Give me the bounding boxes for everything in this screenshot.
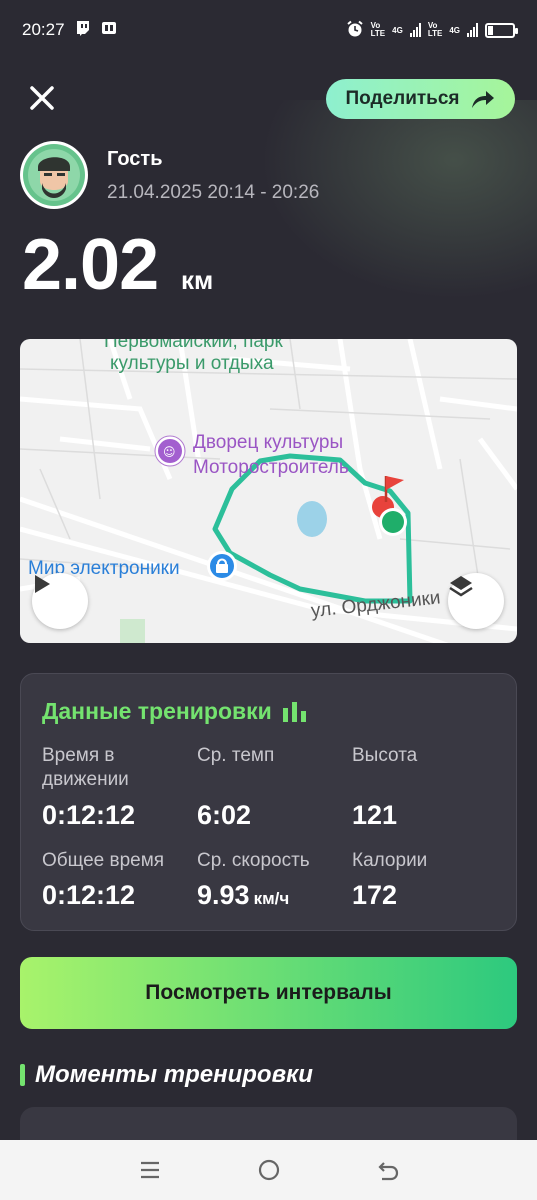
avg-speed-unit: км/ч bbox=[253, 889, 290, 908]
layers-icon bbox=[449, 576, 473, 597]
network-1: Vo LTE bbox=[370, 21, 386, 38]
start-marker bbox=[382, 511, 404, 533]
avg-pace-value: 6:02 bbox=[197, 800, 252, 830]
calories-label: Калории bbox=[352, 850, 428, 871]
signal-icon bbox=[409, 23, 421, 37]
status-time: 20:27 bbox=[22, 20, 65, 39]
play-route-button[interactable] bbox=[32, 573, 88, 629]
map-label-palace-1: Дворец культуры bbox=[193, 432, 344, 453]
view-intervals-button[interactable]: Посмотреть интервалы bbox=[20, 957, 517, 1029]
home-button[interactable] bbox=[249, 1150, 289, 1190]
workout-stats-card: Данные тренировки Время в движении 0:12:… bbox=[20, 673, 517, 931]
recent-apps-button[interactable] bbox=[130, 1150, 170, 1190]
battery-icon bbox=[485, 22, 518, 38]
signal-icon bbox=[467, 23, 478, 37]
calories-value: 172 bbox=[352, 880, 398, 910]
close-icon bbox=[30, 86, 54, 110]
signal-type-1: 4G bbox=[392, 25, 403, 35]
avg-pace-label: Ср. темп bbox=[197, 745, 275, 766]
share-label: Поделиться bbox=[345, 88, 460, 109]
map-label-palace-2: Моторостроитель bbox=[193, 457, 349, 478]
total-time-label: Общее время bbox=[42, 850, 165, 871]
status-bar: 20:27 Vo LTE 4G Vo LTE 4G bbox=[0, 0, 537, 60]
signal-type-2: 4G bbox=[449, 25, 460, 35]
home-icon bbox=[258, 1159, 279, 1181]
route-map[interactable]: ☺ Первомайский, парк культуры и отдыха Д… bbox=[20, 339, 517, 643]
elevation-label: Высота bbox=[352, 745, 418, 766]
app-icon bbox=[101, 20, 117, 41]
system-nav-bar bbox=[0, 1140, 537, 1200]
play-icon bbox=[35, 575, 50, 593]
total-time-value: 0:12:12 bbox=[42, 880, 136, 910]
distance-unit: км bbox=[181, 265, 214, 295]
alarm-icon bbox=[346, 20, 364, 40]
elevation-value: 121 bbox=[352, 800, 398, 830]
section-accent-bar bbox=[20, 1064, 25, 1086]
share-button[interactable]: Поделиться bbox=[326, 79, 515, 119]
bar-chart-icon bbox=[282, 701, 306, 722]
avg-speed-label: Ср. скорость bbox=[197, 850, 310, 871]
map-canvas: ☺ bbox=[20, 339, 517, 643]
avg-speed-value: 9.93 км/ч bbox=[197, 880, 290, 910]
moments-title: Моменты тренировки bbox=[20, 1061, 313, 1089]
moving-time-value: 0:12:12 bbox=[42, 800, 136, 830]
moving-time-label: Время в движении bbox=[42, 745, 129, 790]
distance-value: 2.02 bbox=[22, 225, 159, 305]
share-arrow-icon bbox=[471, 91, 494, 108]
network-2: Vo LTE bbox=[427, 21, 443, 38]
flag-icon bbox=[386, 476, 404, 490]
close-button[interactable] bbox=[26, 82, 58, 114]
map-layers-button[interactable] bbox=[448, 573, 504, 629]
workout-date-range: 21.04.2025 20:14 - 20:26 bbox=[107, 182, 320, 203]
twitch-icon bbox=[75, 20, 91, 41]
stats-title: Данные тренировки bbox=[42, 698, 308, 725]
back-button[interactable] bbox=[368, 1150, 408, 1190]
avatar[interactable] bbox=[20, 141, 88, 209]
user-name: Гость bbox=[107, 148, 163, 170]
map-label-park-1: Первомайский, парк bbox=[104, 339, 283, 352]
back-icon bbox=[377, 1162, 398, 1181]
map-label-park-2: культуры и отдыха bbox=[110, 353, 274, 374]
svg-text:☺: ☺ bbox=[163, 445, 176, 459]
menu-icon bbox=[140, 1161, 159, 1179]
